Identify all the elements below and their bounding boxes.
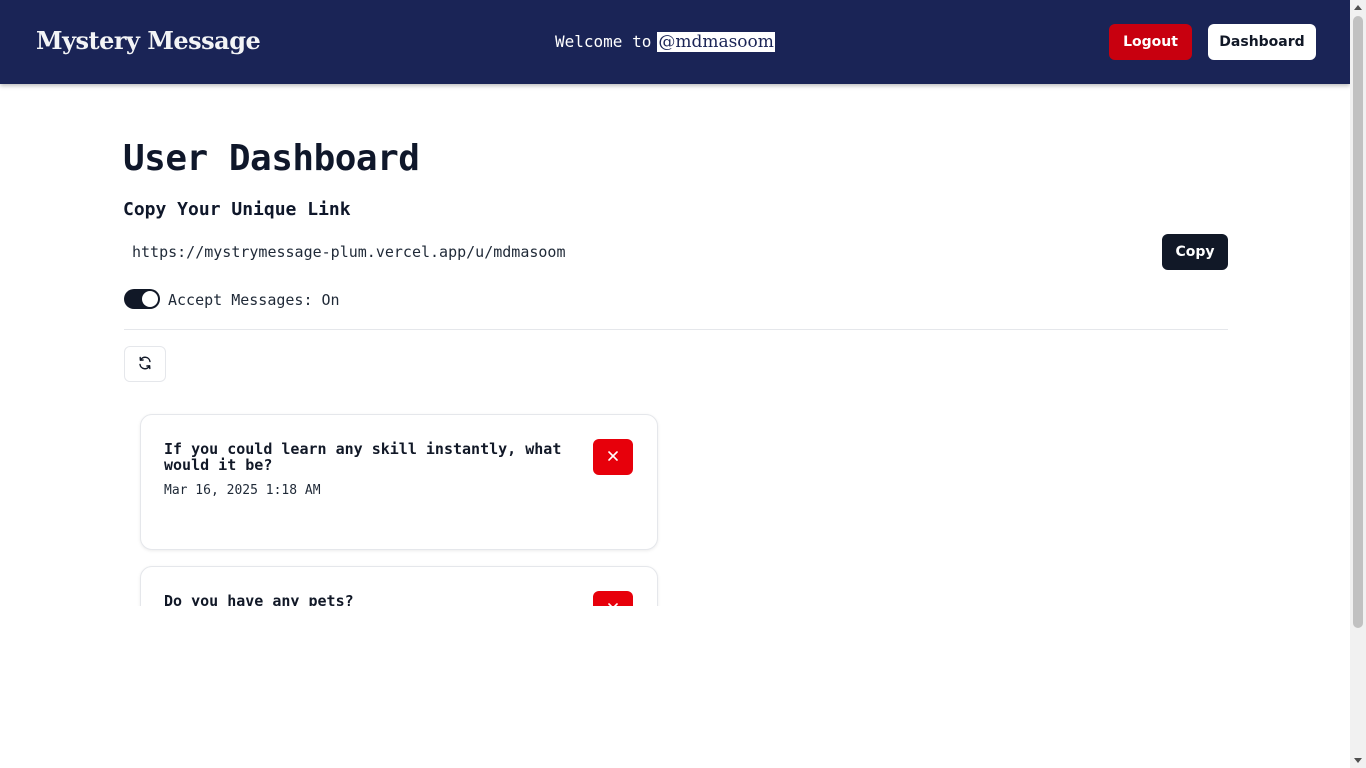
accept-messages-switch[interactable]	[124, 289, 160, 309]
close-icon	[607, 450, 619, 465]
page-title: User Dashboard	[123, 138, 420, 179]
app-logo[interactable]: Mystery Message	[36, 26, 261, 55]
refresh-button[interactable]	[124, 346, 166, 382]
unique-link-input[interactable]	[123, 236, 1153, 268]
scroll-down-icon[interactable]	[1354, 758, 1362, 763]
copy-button[interactable]: Copy	[1162, 234, 1228, 270]
switch-knob	[142, 291, 158, 307]
message-card: Do you have any pets?	[140, 566, 658, 606]
navbar: Mystery Message Welcome to @mdmasoom Logo…	[0, 0, 1350, 84]
welcome-prefix: Welcome to	[555, 32, 652, 51]
username-label: @mdmasoom	[657, 32, 775, 52]
close-icon	[607, 602, 619, 606]
scrollbar-thumb[interactable]	[1353, 16, 1363, 628]
divider	[124, 329, 1228, 330]
message-content: If you could learn any skill instantly, …	[164, 440, 562, 474]
page-scrollbar[interactable]	[1350, 0, 1366, 768]
unique-link-heading: Copy Your Unique Link	[123, 199, 351, 220]
message-card: If you could learn any skill instantly, …	[140, 414, 658, 550]
logout-button[interactable]: Logout	[1109, 24, 1192, 60]
message-date: Mar 16, 2025 1:18 AM	[164, 483, 321, 498]
scroll-up-icon[interactable]	[1354, 5, 1362, 10]
messages-list: If you could learn any skill instantly, …	[130, 405, 675, 606]
message-content: Do you have any pets?	[164, 592, 354, 606]
accept-messages-label: Accept Messages: On	[168, 291, 340, 309]
welcome-text: Welcome to @mdmasoom	[555, 32, 775, 52]
delete-message-button[interactable]	[593, 439, 633, 475]
dashboard-button[interactable]: Dashboard	[1208, 24, 1316, 60]
refresh-icon	[137, 355, 153, 374]
delete-message-button[interactable]	[593, 591, 633, 606]
